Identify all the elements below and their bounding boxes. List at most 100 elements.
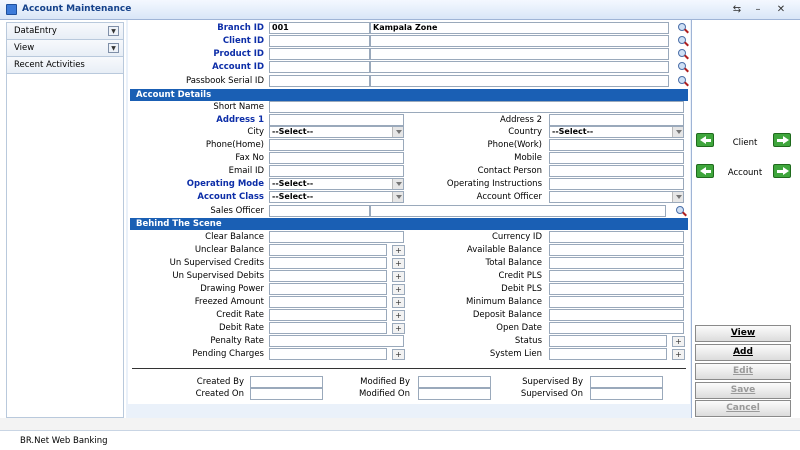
restore-icon[interactable]: ⇆ (730, 3, 744, 16)
bts-left-field (269, 348, 387, 360)
bts-left-field (269, 335, 404, 347)
bts-right-label: Deposit Balance (472, 310, 542, 320)
search-icon[interactable] (677, 35, 689, 47)
client-prev-arrow-icon[interactable] (696, 133, 714, 147)
bts-left-label: Penalty Rate (210, 336, 264, 346)
modified-by-label: Modified By (360, 377, 410, 387)
operating-instructions-label: Operating Instructions (446, 179, 542, 189)
chevron-down-icon[interactable]: ▼ (108, 26, 119, 36)
bts-right-field (549, 296, 684, 308)
branch-id-field[interactable]: 001 (269, 22, 370, 34)
client-name-field[interactable] (370, 35, 669, 47)
account-officer-label: Account Officer (476, 192, 542, 202)
bts-left-field (269, 322, 387, 334)
bts-right-field (549, 257, 684, 269)
close-icon[interactable]: ✕ (774, 3, 788, 16)
supervised-by-label: Supervised By (522, 377, 583, 387)
address1-field[interactable] (269, 114, 404, 126)
bts-left-label: Drawing Power (200, 284, 264, 294)
branch-name-field[interactable]: Kampala Zone (370, 22, 669, 34)
sales-officer-label: Sales Officer (210, 206, 264, 216)
plus-button[interactable]: + (392, 245, 405, 256)
search-icon[interactable] (677, 22, 689, 34)
account-next-arrow-icon[interactable] (773, 164, 791, 178)
bts-left-field (269, 283, 387, 295)
bts-left-field (269, 296, 387, 308)
bts-left-label: Debit Rate (218, 323, 264, 333)
edit-button[interactable]: Edit (695, 363, 791, 380)
bts-left-field (269, 244, 387, 256)
plus-button[interactable]: + (672, 336, 685, 347)
client-id-field[interactable] (269, 35, 370, 47)
account-form: Branch ID 001 Kampala Zone Client ID Pro… (128, 20, 690, 404)
product-id-field[interactable] (269, 48, 370, 60)
account-officer-select[interactable] (549, 191, 684, 203)
passbook-desc-field[interactable] (370, 75, 669, 87)
client-next-arrow-icon[interactable] (773, 133, 791, 147)
city-select[interactable]: --Select-- (269, 126, 404, 138)
section-account-details: Account Details (130, 89, 688, 101)
phone-work-field[interactable] (549, 139, 684, 151)
address1-label: Address 1 (216, 115, 264, 125)
search-icon[interactable] (677, 61, 689, 73)
view-button[interactable]: View (695, 325, 791, 342)
cancel-button[interactable]: Cancel (695, 400, 791, 417)
mobile-field[interactable] (549, 152, 684, 164)
passbook-serial-field[interactable] (269, 75, 370, 87)
fax-field[interactable] (269, 152, 404, 164)
save-button[interactable]: Save (695, 382, 791, 399)
plus-button[interactable]: + (392, 271, 405, 282)
sales-officer-id-field[interactable] (269, 205, 370, 217)
city-select-value: --Select-- (272, 127, 314, 136)
contact-person-field[interactable] (549, 165, 684, 177)
plus-button[interactable]: + (672, 349, 685, 360)
plus-button[interactable]: + (392, 349, 405, 360)
window-title: Account Maintenance (22, 4, 132, 14)
account-class-value: --Select-- (272, 192, 314, 201)
account-id-label: Account ID (212, 62, 264, 72)
plus-button[interactable]: + (392, 323, 405, 334)
phone-home-field[interactable] (269, 139, 404, 151)
sidebar-item-dataentry[interactable]: DataEntry ▼ (7, 23, 123, 40)
product-name-field[interactable] (370, 48, 669, 60)
bts-left-label: Credit Rate (216, 310, 264, 320)
bts-left-label: Un Supervised Credits (169, 258, 264, 268)
chevron-down-icon[interactable]: ▼ (108, 43, 119, 53)
chevron-down-icon (672, 192, 683, 202)
operating-mode-select[interactable]: --Select-- (269, 178, 404, 190)
account-prev-arrow-icon[interactable] (696, 164, 714, 178)
operating-instructions-field[interactable] (549, 178, 684, 190)
created-on-label: Created On (195, 389, 244, 399)
right-panel: Client Account View Add Edit Save Cancel (692, 20, 800, 418)
search-icon[interactable] (677, 75, 689, 87)
fax-label: Fax No (235, 153, 264, 163)
bts-right-label: Total Balance (485, 258, 542, 268)
bts-right-field (549, 244, 684, 256)
bts-right-field (549, 322, 684, 334)
search-icon[interactable] (677, 48, 689, 60)
account-class-select[interactable]: --Select-- (269, 191, 404, 203)
account-name-field[interactable] (370, 61, 669, 73)
operating-mode-value: --Select-- (272, 179, 314, 188)
created-on-field (250, 388, 323, 400)
plus-button[interactable]: + (392, 284, 405, 295)
address2-field[interactable] (549, 114, 684, 126)
search-icon[interactable] (675, 205, 687, 217)
short-name-field[interactable] (269, 101, 684, 113)
sidebar-item-recent-activities[interactable]: Recent Activities (7, 57, 123, 74)
sidebar-item-label: View (14, 43, 35, 53)
modified-by-field (418, 376, 491, 388)
add-button[interactable]: Add (695, 344, 791, 361)
minimize-icon[interactable]: – (751, 3, 765, 16)
supervised-by-field (590, 376, 663, 388)
plus-button[interactable]: + (392, 297, 405, 308)
sales-officer-name-field[interactable] (370, 205, 666, 217)
plus-button[interactable]: + (392, 310, 405, 321)
account-nav-label: Account (727, 168, 763, 178)
plus-button[interactable]: + (392, 258, 405, 269)
account-id-field[interactable] (269, 61, 370, 73)
country-select[interactable]: --Select-- (549, 126, 684, 138)
contact-person-label: Contact Person (477, 166, 542, 176)
email-field[interactable] (269, 165, 404, 177)
sidebar-item-view[interactable]: View ▼ (7, 40, 123, 57)
